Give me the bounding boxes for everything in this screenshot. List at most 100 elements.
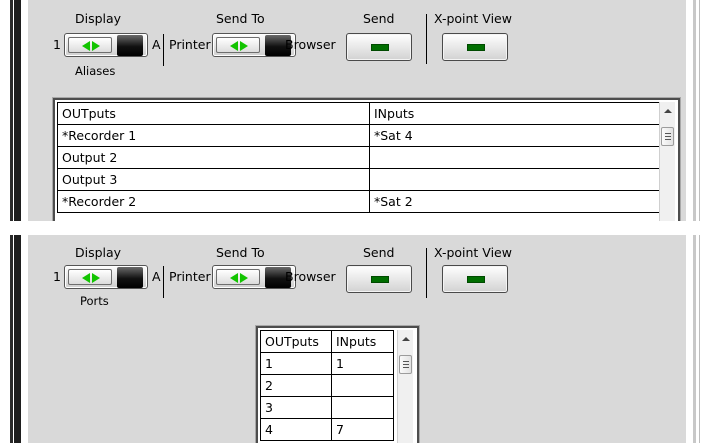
table-header-row: OUTputs INputs — [57, 102, 660, 125]
output-cell[interactable]: 3 — [260, 396, 332, 419]
xpoint-view-label: X-point View — [434, 11, 512, 26]
column-header-inputs[interactable]: INputs — [369, 102, 660, 125]
send-to-label: Send To — [216, 11, 265, 26]
toggle-left-label: 1 — [53, 269, 61, 284]
scroll-up-icon[interactable] — [664, 109, 672, 113]
scroll-thumb-grip-icon — [665, 133, 671, 134]
right-border-line — [699, 235, 700, 443]
column-header-outputs[interactable]: OUTputs — [260, 330, 332, 353]
display-label: Display — [75, 245, 122, 260]
output-cell[interactable]: Output 2 — [57, 146, 370, 169]
led-indicator-icon — [467, 276, 485, 283]
input-cell[interactable]: 1 — [331, 352, 394, 375]
table-row[interactable]: Output 3 — [57, 168, 660, 191]
right-border-line — [699, 0, 700, 221]
separator — [426, 248, 427, 298]
scroll-thumb-grip-icon — [403, 361, 409, 362]
browser-label: Browser — [285, 37, 336, 52]
vertical-scrollbar[interactable] — [659, 102, 675, 221]
toggle-slot — [216, 269, 260, 285]
toggle-arrows-icon — [69, 270, 113, 286]
toggle-slot — [68, 37, 112, 53]
xpoint-view-button[interactable] — [442, 265, 508, 293]
separator — [426, 14, 427, 64]
panel-aliases: Display 1 A Aliases Send To Printer Brow… — [0, 0, 708, 221]
table-row[interactable]: 2 — [260, 374, 394, 397]
toggle-knob[interactable] — [117, 35, 143, 56]
send-button[interactable] — [346, 33, 412, 61]
toggle-right-label: A — [152, 37, 161, 52]
table-row[interactable]: *Recorder 1 *Sat 4 — [57, 124, 660, 147]
send-label: Send — [363, 11, 395, 26]
input-cell[interactable] — [369, 146, 660, 169]
send-to-toggle[interactable] — [212, 265, 296, 289]
table-header-row: OUTputs INputs — [260, 330, 394, 353]
window-edge-dark — [14, 235, 21, 443]
routing-grid: OUTputs INputs *Recorder 1 *Sat 4 Output… — [57, 102, 660, 213]
send-button[interactable] — [346, 265, 412, 293]
scroll-thumb-grip-icon — [665, 139, 671, 140]
output-cell[interactable]: 1 — [260, 352, 332, 375]
toggle-slot — [216, 37, 260, 53]
routing-grid: OUTputs INputs 1 1 2 3 4 7 — [260, 330, 394, 441]
table-row[interactable]: Output 2 — [57, 146, 660, 169]
display-mode-label: Aliases — [75, 64, 116, 78]
toggle-arrows-icon — [69, 38, 113, 54]
send-label: Send — [363, 245, 395, 260]
toggle-slot — [68, 269, 112, 285]
send-to-toggle[interactable] — [212, 33, 296, 57]
table-row[interactable]: *Recorder 2 *Sat 2 — [57, 190, 660, 213]
display-toggle[interactable] — [64, 265, 148, 289]
input-cell[interactable]: 7 — [331, 418, 394, 441]
led-indicator-icon — [371, 44, 389, 51]
xpoint-view-button[interactable] — [442, 33, 508, 61]
output-cell[interactable]: *Recorder 1 — [57, 124, 370, 147]
table-row[interactable]: 1 1 — [260, 352, 394, 375]
toggle-left-label: 1 — [53, 37, 61, 52]
window-edge — [10, 0, 13, 221]
toggle-arrows-icon — [217, 38, 261, 54]
scroll-thumb[interactable] — [661, 127, 674, 146]
input-cell[interactable]: *Sat 2 — [369, 190, 660, 213]
column-header-outputs[interactable]: OUTputs — [57, 102, 370, 125]
output-cell[interactable]: Output 3 — [57, 168, 370, 191]
scroll-thumb-grip-icon — [403, 367, 409, 368]
scroll-up-icon[interactable] — [402, 337, 410, 341]
output-cell[interactable]: 2 — [260, 374, 332, 397]
printer-label: Printer — [169, 269, 211, 284]
input-cell[interactable]: *Sat 4 — [369, 124, 660, 147]
display-label: Display — [75, 11, 122, 26]
table-row[interactable]: 4 7 — [260, 418, 394, 441]
xpoint-view-label: X-point View — [434, 245, 512, 260]
routing-table: OUTputs INputs *Recorder 1 *Sat 4 Output… — [53, 98, 680, 221]
printer-label: Printer — [169, 37, 211, 52]
send-to-label: Send To — [216, 245, 265, 260]
output-cell[interactable]: 4 — [260, 418, 332, 441]
display-toggle[interactable] — [64, 33, 148, 57]
toggle-arrows-icon — [217, 270, 261, 286]
led-indicator-icon — [467, 44, 485, 51]
input-cell[interactable] — [331, 374, 394, 397]
vertical-scrollbar[interactable] — [397, 330, 413, 443]
separator — [163, 266, 164, 298]
table-row[interactable]: 3 — [260, 396, 394, 419]
right-border — [693, 0, 696, 221]
right-border — [693, 235, 696, 443]
panel-ports: Display 1 A Ports Send To Printer Browse… — [0, 235, 708, 443]
separator — [163, 34, 164, 66]
input-cell[interactable] — [331, 396, 394, 419]
routing-table: OUTputs INputs 1 1 2 3 4 7 — [256, 326, 419, 443]
toggle-knob[interactable] — [117, 267, 143, 288]
display-mode-label: Ports — [80, 294, 109, 308]
browser-label: Browser — [285, 269, 336, 284]
scroll-thumb[interactable] — [399, 355, 412, 374]
scroll-thumb-grip-icon — [403, 364, 409, 365]
input-cell[interactable] — [369, 168, 660, 191]
scroll-thumb-grip-icon — [665, 136, 671, 137]
column-header-inputs[interactable]: INputs — [331, 330, 394, 353]
window-edge — [10, 235, 13, 443]
led-indicator-icon — [371, 276, 389, 283]
window-edge-dark — [14, 0, 21, 221]
output-cell[interactable]: *Recorder 2 — [57, 190, 370, 213]
toggle-right-label: A — [152, 269, 161, 284]
